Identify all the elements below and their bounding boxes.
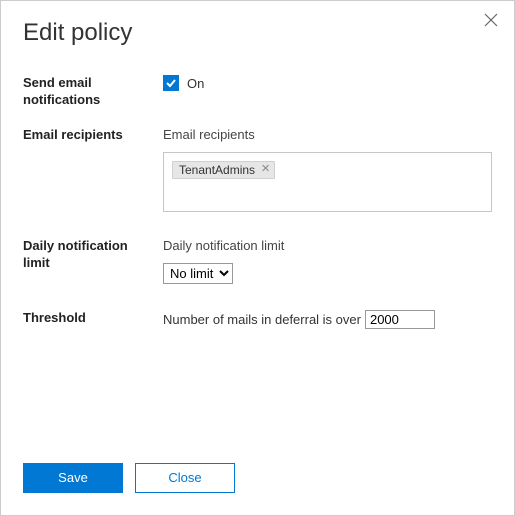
edit-policy-dialog: Edit policy Send email notifications On …	[1, 1, 514, 373]
remove-tag-icon[interactable]: ✕	[261, 164, 270, 175]
send-email-checkbox[interactable]	[163, 75, 179, 91]
save-button[interactable]: Save	[23, 463, 123, 493]
close-button[interactable]: Close	[135, 463, 235, 493]
daily-limit-sublabel: Daily notification limit	[163, 238, 492, 253]
dialog-title: Edit policy	[23, 19, 492, 47]
threshold-input[interactable]	[365, 310, 435, 329]
send-email-state: On	[187, 76, 204, 91]
dialog-button-bar: Save Close	[23, 463, 235, 493]
recipients-input[interactable]: TenantAdmins ✕	[163, 152, 492, 212]
recipient-tag-label: TenantAdmins	[179, 163, 255, 177]
recipients-label: Email recipients	[23, 127, 163, 212]
daily-limit-select[interactable]: No limit	[163, 263, 233, 284]
daily-limit-label: Daily notification limit	[23, 238, 163, 284]
send-email-label: Send email notifications	[23, 75, 163, 109]
close-icon[interactable]	[484, 13, 500, 29]
threshold-prefix: Number of mails in deferral is over	[163, 312, 361, 327]
recipients-sublabel: Email recipients	[163, 127, 492, 142]
recipient-tag: TenantAdmins ✕	[172, 161, 275, 179]
threshold-label: Threshold	[23, 310, 163, 329]
